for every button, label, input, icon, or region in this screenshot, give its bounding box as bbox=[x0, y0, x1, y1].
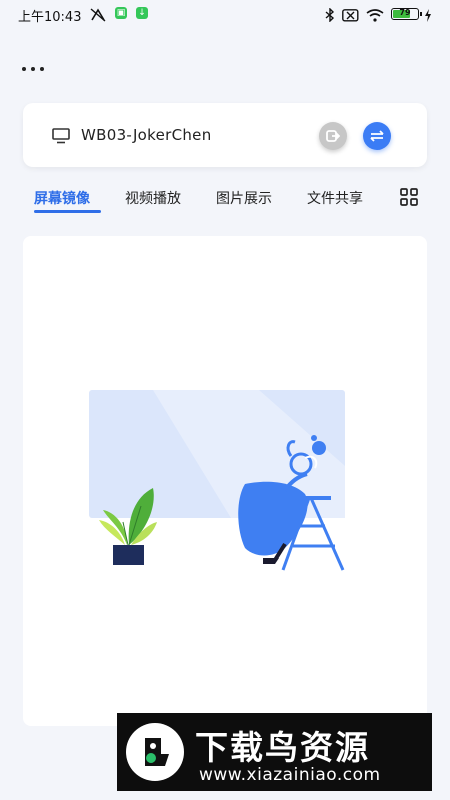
download-notification-icon: ↓ bbox=[136, 7, 148, 19]
tab-screen-mirror[interactable]: 屏幕镜像 bbox=[34, 188, 90, 208]
more-options-button[interactable] bbox=[22, 60, 48, 78]
tab-file-share[interactable]: 文件共享 bbox=[307, 188, 363, 208]
wifi-icon bbox=[366, 7, 384, 26]
watermark-title: 下载鸟资源 bbox=[195, 728, 370, 767]
tab-video-play[interactable]: 视频播放 bbox=[125, 188, 181, 208]
watermark-banner: 下载鸟资源 www.xiazainiao.com bbox=[117, 713, 432, 791]
bluetooth-icon bbox=[325, 7, 335, 26]
bird-logo-icon bbox=[125, 722, 185, 786]
grid-icon[interactable] bbox=[400, 188, 418, 210]
battery-text: 79 bbox=[399, 8, 411, 17]
content-card bbox=[23, 236, 427, 726]
sim-off-icon bbox=[342, 7, 359, 26]
more-dots-icon bbox=[22, 67, 26, 71]
monitor-icon bbox=[52, 128, 70, 148]
status-time: 上午10:43 bbox=[18, 10, 82, 25]
app-notification-icon: ▣ bbox=[115, 7, 127, 19]
device-card[interactable]: WB03-JokerChen bbox=[23, 103, 427, 167]
tab-image-show[interactable]: 图片展示 bbox=[216, 188, 272, 208]
battery-icon: 79 bbox=[391, 8, 422, 20]
battery-tip bbox=[420, 12, 422, 16]
tab-active-indicator bbox=[34, 210, 101, 213]
data-off-icon bbox=[90, 7, 106, 26]
charging-icon bbox=[424, 7, 432, 26]
tab-bar: 屏幕镜像 视频播放 图片展示 文件共享 bbox=[0, 184, 450, 218]
device-name: WB03-JokerChen bbox=[81, 126, 212, 144]
watermark-url: www.xiazainiao.com bbox=[199, 765, 381, 785]
disconnect-button[interactable] bbox=[319, 122, 347, 150]
status-bar: 上午10:43 ▣ ↓ 79 bbox=[0, 0, 450, 28]
empty-state-illustration bbox=[89, 390, 345, 571]
switch-device-button[interactable] bbox=[363, 122, 391, 150]
